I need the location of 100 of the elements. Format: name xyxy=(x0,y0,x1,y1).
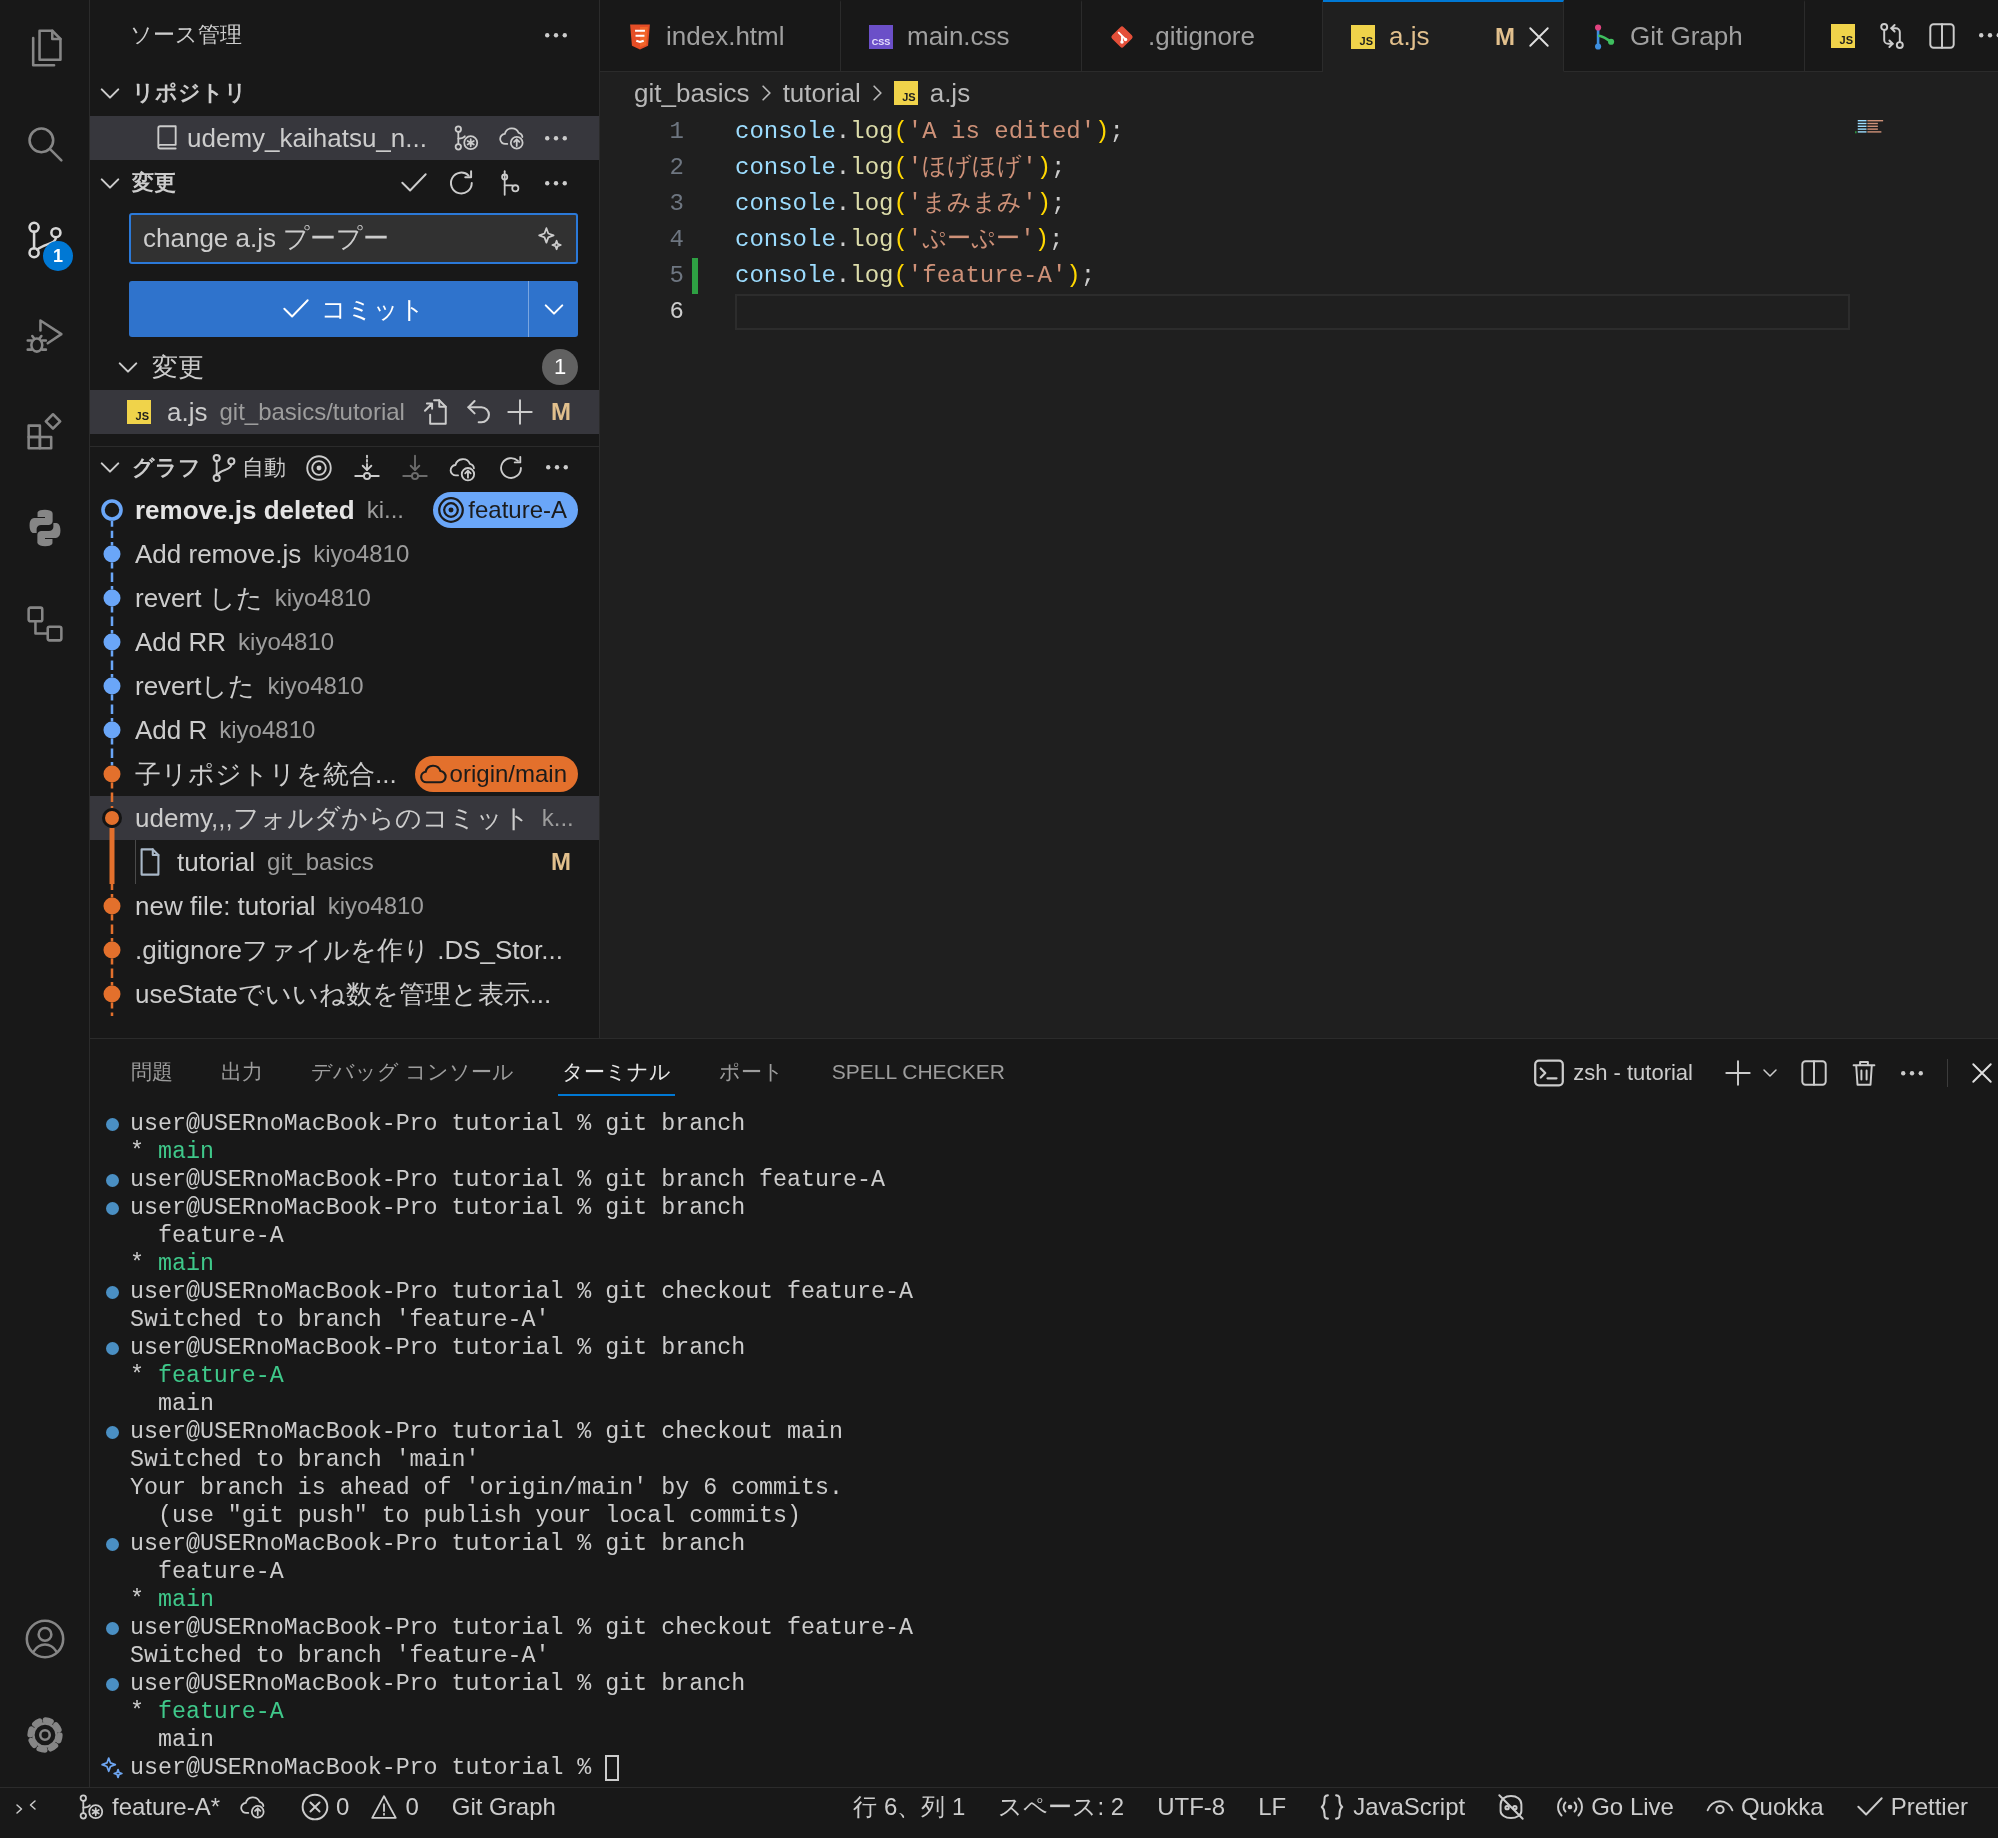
quokka-button[interactable]: Quokka xyxy=(1706,1792,1824,1821)
panel-tab[interactable]: デバッグ コンソール xyxy=(307,1050,518,1096)
editor-tab[interactable]: index.html xyxy=(600,0,841,72)
refresh-icon[interactable] xyxy=(498,454,524,481)
go-live-button[interactable]: Go Live xyxy=(1557,1792,1674,1821)
language-button[interactable]: JavaScript xyxy=(1319,1792,1466,1821)
commit-row[interactable]: revert した kiyo4810 xyxy=(90,576,599,620)
commit-row[interactable]: .gitignoreファイルを作り .DS_Stor... xyxy=(90,928,599,972)
cloud-upload-icon[interactable] xyxy=(499,125,525,151)
chevron-down-icon[interactable] xyxy=(1763,1069,1777,1077)
branch-filter-button[interactable]: 自動 xyxy=(212,452,286,483)
section-title[interactable]: 変更 xyxy=(132,168,176,198)
commit-message-field[interactable]: change a.js プープー xyxy=(129,213,578,264)
status-dot-icon[interactable] xyxy=(105,1341,119,1355)
panel-tab[interactable]: ポート xyxy=(714,1050,788,1096)
trash-icon[interactable] xyxy=(1851,1060,1877,1086)
encoding-button[interactable]: UTF-8 xyxy=(1157,1792,1226,1821)
run-debug-icon[interactable] xyxy=(24,316,65,356)
close-icon[interactable] xyxy=(1529,26,1549,47)
commit-row[interactable]: Add RR kiyo4810 xyxy=(90,620,599,664)
panel-tab[interactable]: SPELL CHECKER xyxy=(827,1050,1009,1096)
status-dot-icon[interactable] xyxy=(105,1425,119,1439)
commit-row[interactable]: remove.js deleted ki... feature-A xyxy=(90,488,599,532)
panel-tab[interactable]: ターミナル xyxy=(557,1050,675,1096)
branch-star-icon[interactable] xyxy=(78,1793,104,1820)
chevron-down-icon[interactable] xyxy=(100,177,120,189)
js-file-icon: JS xyxy=(127,400,151,424)
sparkle-icon[interactable] xyxy=(101,1757,123,1779)
status-dot-icon[interactable] xyxy=(105,1285,119,1299)
ellipsis-icon[interactable] xyxy=(545,180,567,186)
editor-tab[interactable]: CSS main.css xyxy=(841,0,1082,72)
changed-file-row[interactable]: JS a.js git_basics/tutorial M xyxy=(90,390,599,434)
ellipsis-icon[interactable] xyxy=(546,465,568,470)
status-dot-icon[interactable] xyxy=(105,1117,119,1131)
editor-tab[interactable]: JS a.js M xyxy=(1323,0,1564,72)
split-editor-icon[interactable] xyxy=(1929,22,1955,49)
account-icon[interactable] xyxy=(24,1619,65,1659)
crossed-out-face-icon[interactable] xyxy=(1498,1793,1525,1820)
section-title[interactable]: グラフ xyxy=(132,452,201,483)
commit-row[interactable]: Add remove.js kiyo4810 xyxy=(90,532,599,576)
commit-row[interactable]: new file: tutorial kiyo4810 xyxy=(90,884,599,928)
plus-icon[interactable] xyxy=(1725,1060,1751,1086)
branch-button[interactable]: feature-A* xyxy=(78,1792,221,1821)
branch-star-icon[interactable] xyxy=(453,125,479,151)
split-terminal-icon[interactable] xyxy=(1801,1060,1827,1086)
status-dot-icon[interactable] xyxy=(105,1677,119,1691)
check-icon[interactable] xyxy=(1856,1796,1883,1817)
panel-tab[interactable]: 出力 xyxy=(217,1050,267,1096)
ellipsis-icon[interactable] xyxy=(1979,33,1998,38)
dotted-arrow-down-icon[interactable] xyxy=(354,454,380,481)
line-ending-button[interactable]: LF xyxy=(1258,1792,1287,1821)
plus-icon[interactable] xyxy=(507,399,533,425)
commit-row[interactable]: revertした kiyo4810 xyxy=(90,664,599,708)
refresh-icon[interactable] xyxy=(449,170,475,196)
status-dot-icon[interactable] xyxy=(105,1537,119,1551)
ellipsis-icon[interactable] xyxy=(1901,1070,1923,1076)
remote-icon[interactable] xyxy=(16,1799,36,1814)
ellipsis-icon[interactable] xyxy=(545,32,567,38)
indentation-button[interactable]: スペース: 2 xyxy=(998,1790,1125,1823)
compare-arrows-icon[interactable] xyxy=(1879,22,1905,49)
target-icon[interactable] xyxy=(306,454,332,481)
prettier-button[interactable]: Prettier xyxy=(1856,1792,1968,1821)
commit-author: kiyo4810 xyxy=(327,892,424,920)
chevron-down-icon[interactable] xyxy=(100,462,120,473)
branch-icon xyxy=(212,453,236,482)
discard-icon[interactable] xyxy=(465,399,491,425)
current-branch-marker: * xyxy=(130,1698,144,1726)
commit-button[interactable]: コミット xyxy=(129,281,528,337)
panel-tab[interactable]: 問題 xyxy=(127,1050,177,1096)
chevron-down-icon[interactable] xyxy=(118,361,138,373)
status-dot-icon[interactable] xyxy=(105,1173,119,1187)
repository-row[interactable]: udemy_kaihatsu_n... xyxy=(90,116,599,160)
open-file-icon[interactable] xyxy=(423,399,449,425)
cursor-position-button[interactable]: 行 6、列 1 xyxy=(853,1790,966,1823)
sparkle-icon[interactable] xyxy=(538,226,562,251)
terminal-selector[interactable]: zsh - tutorial xyxy=(1534,1059,1693,1087)
editor-tab[interactable]: Git Graph xyxy=(1564,0,1805,72)
breadcrumb-item[interactable]: tutorial xyxy=(782,77,861,109)
breadcrumb-item[interactable]: git_basics xyxy=(634,77,750,109)
status-dot-icon[interactable] xyxy=(105,1621,119,1635)
group-title[interactable]: 変更 xyxy=(152,349,204,385)
chevron-down-icon[interactable] xyxy=(100,87,120,99)
close-icon[interactable] xyxy=(1972,1063,1992,1083)
check-icon[interactable] xyxy=(401,173,427,193)
linked-boxes-icon[interactable] xyxy=(24,604,65,644)
commit-row[interactable]: Add R kiyo4810 xyxy=(90,708,599,752)
branch-graph-icon xyxy=(1592,23,1616,50)
problems-button[interactable]: 0 0 xyxy=(302,1792,419,1821)
branch-name: main xyxy=(157,1586,214,1614)
commit-row[interactable]: udemy,,,フォルダからのコミット k... xyxy=(90,796,599,840)
section-title[interactable]: リポジトリ xyxy=(132,78,247,108)
git-graph-button[interactable]: Git Graph xyxy=(451,1792,556,1821)
commit-author: kiyo4810 xyxy=(238,628,335,656)
breadcrumb-item[interactable]: a.js xyxy=(929,77,971,109)
extensions-icon[interactable] xyxy=(24,412,65,452)
status-dot-icon[interactable] xyxy=(105,1201,119,1215)
ellipsis-icon[interactable] xyxy=(545,135,567,141)
code-line: console.log('feature-A'); xyxy=(735,261,1096,291)
commit-row[interactable]: useStateでいいね数を管理と表示... xyxy=(90,972,599,1016)
settings-icon[interactable] xyxy=(24,1715,65,1755)
